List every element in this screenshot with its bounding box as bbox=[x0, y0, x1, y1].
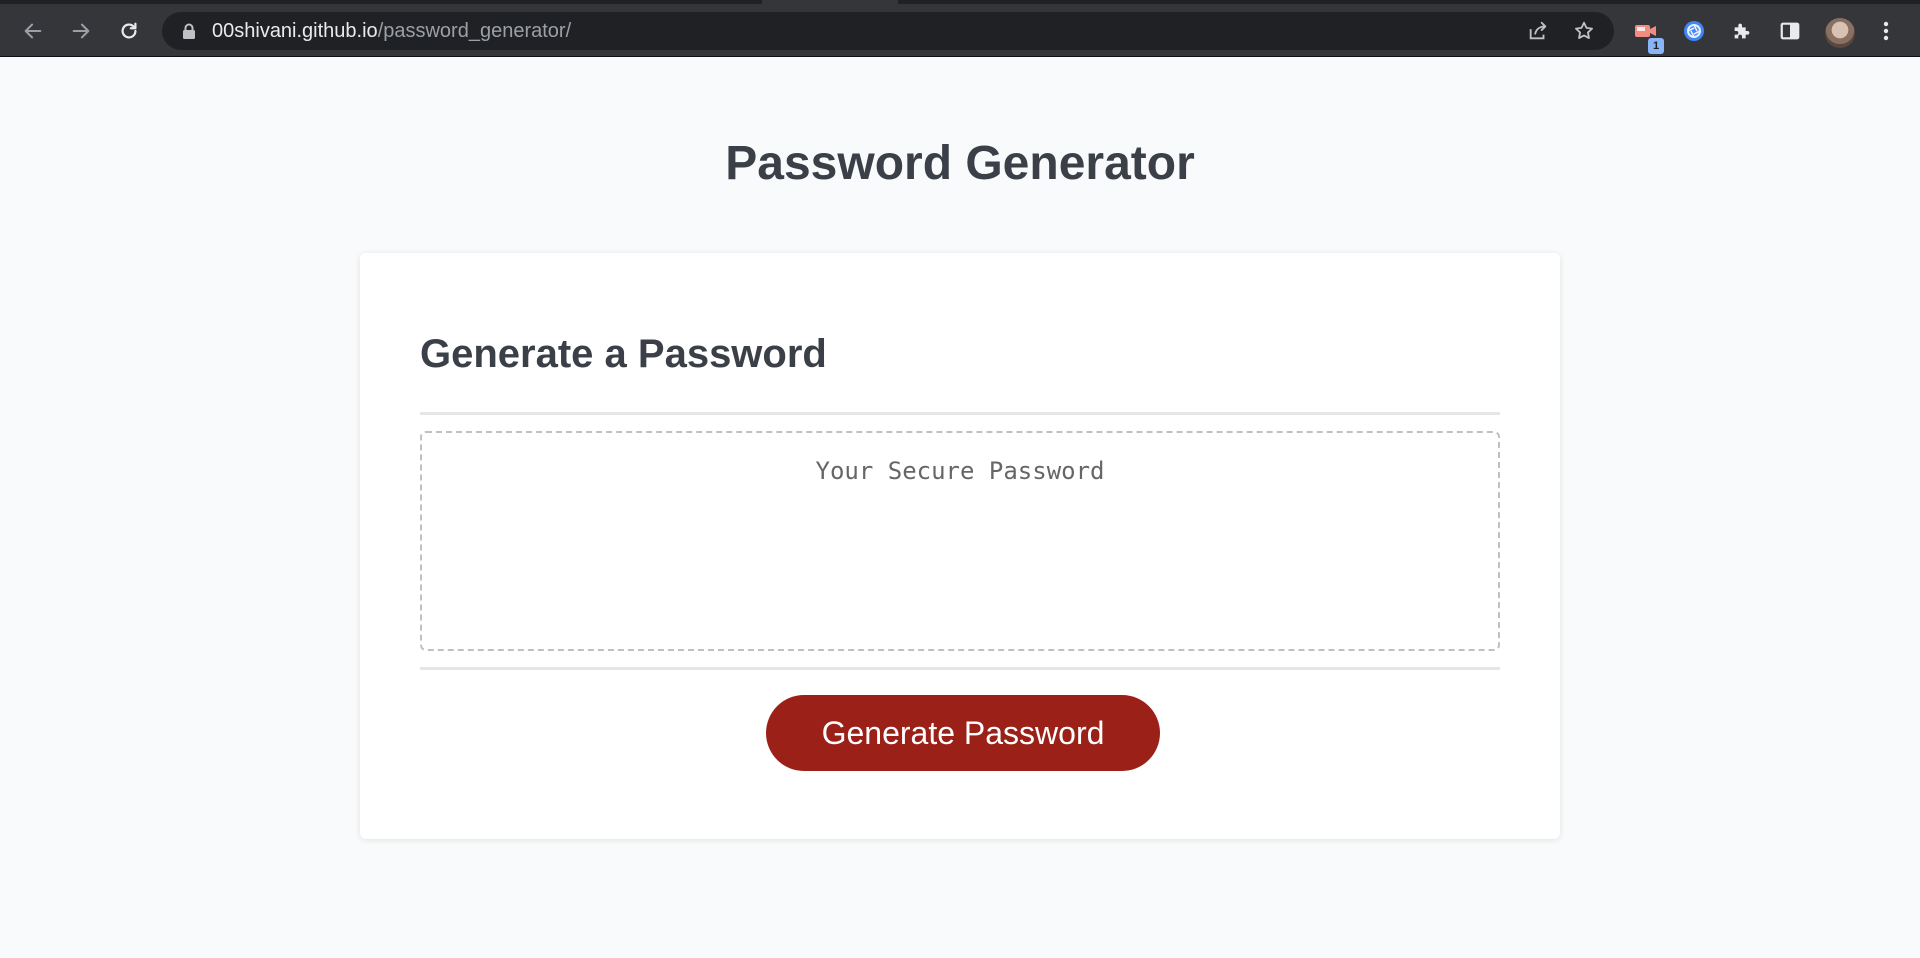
address-bar[interactable]: 00shivani.github.io/password_generator/ bbox=[162, 12, 1614, 50]
profile-avatar[interactable] bbox=[1825, 18, 1855, 48]
bookmark-button[interactable] bbox=[1572, 19, 1596, 43]
browser-menu-button[interactable] bbox=[1872, 17, 1900, 45]
more-vertical-icon bbox=[1883, 21, 1889, 41]
url-text[interactable]: 00shivani.github.io/password_generator/ bbox=[212, 20, 571, 42]
lock-icon bbox=[183, 23, 195, 39]
star-icon bbox=[1575, 21, 1593, 39]
password-output[interactable] bbox=[420, 431, 1500, 651]
card-header-divider bbox=[420, 412, 1500, 415]
forward-button[interactable] bbox=[64, 14, 98, 48]
aperture-extension-button[interactable] bbox=[1680, 17, 1708, 45]
extension-badge: 1 bbox=[1648, 38, 1664, 54]
reload-icon bbox=[121, 22, 137, 39]
browser-toolbar: 00shivani.github.io/password_generator/ … bbox=[0, 4, 1920, 57]
back-arrow-icon bbox=[24, 23, 42, 39]
side-panel-button[interactable] bbox=[1776, 17, 1804, 45]
side-panel-icon bbox=[1780, 22, 1800, 40]
generate-password-button[interactable]: Generate Password bbox=[766, 695, 1160, 771]
share-icon bbox=[1529, 21, 1547, 40]
card-heading: Generate a Password bbox=[420, 332, 827, 376]
forward-arrow-icon bbox=[72, 23, 90, 39]
back-button[interactable] bbox=[16, 14, 50, 48]
puzzle-icon bbox=[1734, 23, 1750, 39]
password-card: Generate a Password Generate Password bbox=[360, 253, 1560, 839]
card-footer-divider bbox=[420, 667, 1500, 670]
aperture-icon bbox=[1684, 21, 1704, 41]
url-host: 00shivani.github.io bbox=[212, 20, 378, 42]
url-path: /password_generator/ bbox=[377, 20, 572, 42]
page-title: Password Generator bbox=[725, 137, 1195, 190]
reload-button[interactable] bbox=[112, 14, 146, 48]
extensions-menu-button[interactable] bbox=[1728, 17, 1756, 45]
share-button[interactable] bbox=[1526, 19, 1550, 43]
